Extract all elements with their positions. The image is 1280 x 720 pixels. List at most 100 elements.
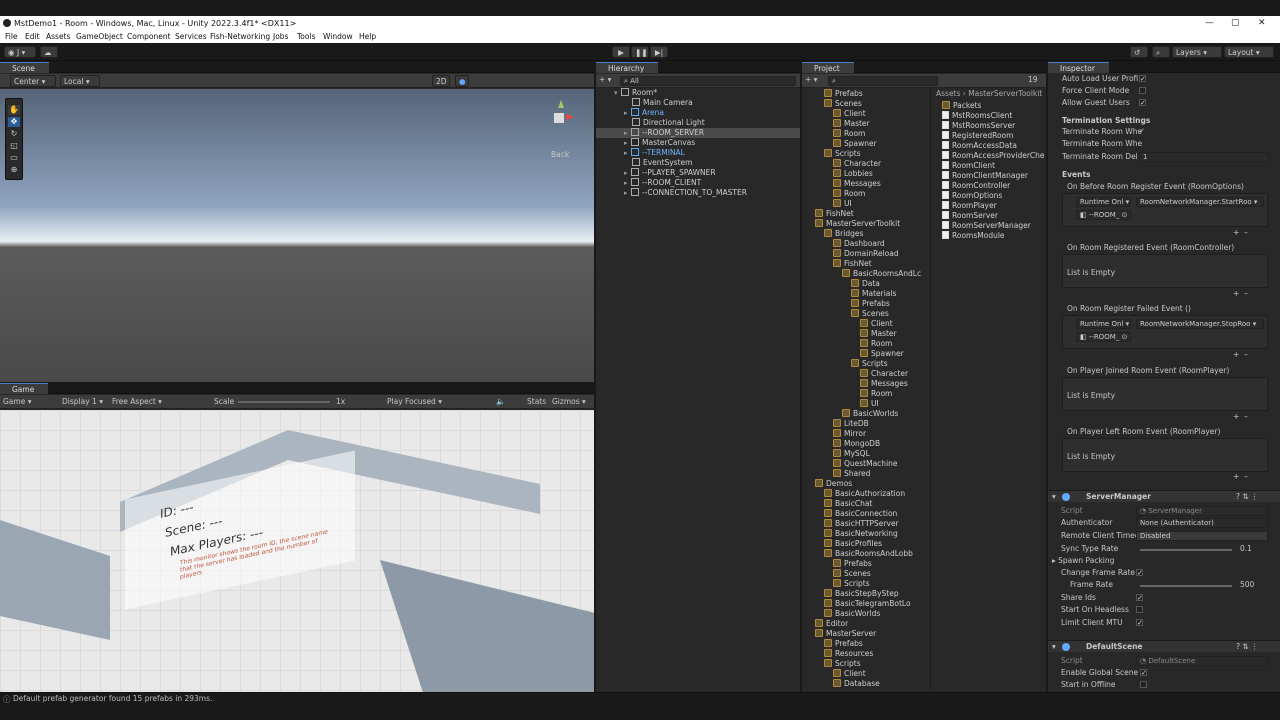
project-folder[interactable]: Messages: [860, 379, 908, 389]
menu-tools[interactable]: Tools: [297, 32, 315, 41]
target-object-field[interactable]: ◧ --ROOM_ ⊙: [1076, 210, 1131, 220]
project-folder[interactable]: Mirror: [833, 429, 866, 439]
menu-edit[interactable]: Edit: [25, 32, 40, 41]
component-menu-icon[interactable]: ? ⇅ ⋮: [1236, 492, 1259, 502]
project-folder[interactable]: BasicAuthorization: [824, 489, 905, 499]
project-folder[interactable]: Packets: [942, 101, 981, 111]
terminate-delay-input[interactable]: 1: [1139, 152, 1269, 162]
project-folder[interactable]: Lobbies: [833, 169, 873, 179]
project-script-file[interactable]: RoomServerManager: [942, 221, 1031, 231]
project-folder[interactable]: BasicChat: [824, 499, 872, 509]
frame-rate-slider[interactable]: [1140, 585, 1232, 587]
project-folder[interactable]: FishNet: [833, 259, 872, 269]
hierarchy-item[interactable]: ▸ --ROOM_CLIENT: [624, 178, 701, 188]
project-folder[interactable]: BasicWorlds: [824, 609, 880, 619]
method-dropdown[interactable]: RoomNetworkManager.StartRoo ▾: [1136, 197, 1264, 207]
frame-rate-value[interactable]: 500: [1240, 580, 1254, 590]
project-breadcrumb[interactable]: Assets › MasterServerToolkit: [936, 89, 1042, 99]
project-folder[interactable]: MasterServerToolkit: [815, 219, 900, 229]
hierarchy-item[interactable]: EventSystem: [632, 158, 692, 168]
project-folder[interactable]: Room: [833, 129, 865, 139]
mute-icon[interactable]: 🔈: [496, 397, 505, 407]
project-folder[interactable]: Data: [851, 279, 880, 289]
menu-help[interactable]: Help: [359, 32, 376, 41]
project-script-file[interactable]: RoomAccessData: [942, 141, 1017, 151]
component-menu-icon[interactable]: ? ⇅ ⋮: [1236, 642, 1259, 652]
authenticator-field[interactable]: None (Authenticator): [1136, 518, 1268, 528]
project-folder[interactable]: DomainReload: [833, 249, 899, 259]
start-headless-checkbox[interactable]: [1136, 606, 1143, 613]
add-listener-button[interactable]: + –: [1233, 412, 1248, 422]
project-folder[interactable]: BasicTelegramBotLo: [824, 599, 911, 609]
aspect-dropdown[interactable]: Free Aspect ▾: [112, 397, 162, 407]
project-script-file[interactable]: RoomAccessProviderChe: [942, 151, 1045, 161]
server-manager-header[interactable]: ▾ ServerManager ? ⇅ ⋮: [1048, 490, 1280, 502]
project-folder[interactable]: Spawner: [833, 139, 877, 149]
project-script-file[interactable]: RoomServer: [942, 211, 998, 221]
project-folder[interactable]: Materials: [851, 289, 896, 299]
history-icon[interactable]: ↺: [1130, 46, 1148, 58]
hierarchy-item[interactable]: ▸ --PLAYER_SPAWNER: [624, 168, 716, 178]
maximize-icon[interactable]: ▢: [1231, 18, 1240, 28]
scale-tool-icon[interactable]: ◱: [8, 141, 20, 151]
project-folder[interactable]: Dashboard: [833, 239, 885, 249]
project-folder[interactable]: BasicWorlds: [842, 409, 898, 419]
project-script-file[interactable]: MstRoomsServer: [942, 121, 1015, 131]
display-dropdown[interactable]: Display 1 ▾: [62, 397, 103, 407]
layers-dropdown[interactable]: Layers ▾: [1172, 46, 1222, 58]
hierarchy-item[interactable]: ▸ --TERMINAL: [624, 148, 685, 158]
play-button[interactable]: ▶: [612, 46, 630, 58]
pivot-dropdown[interactable]: Center ▾: [10, 75, 56, 87]
project-script-file[interactable]: RoomPlayer: [942, 201, 997, 211]
hand-tool-icon[interactable]: ✋: [8, 105, 20, 115]
hierarchy-root-scene[interactable]: ▾ Room*: [614, 88, 657, 98]
project-folder[interactable]: Prefabs: [824, 89, 863, 99]
toggle-2d-button[interactable]: 2D: [432, 75, 450, 87]
spawn-packing-foldout[interactable]: ▸ Spawn Packing: [1052, 556, 1114, 566]
tab-game[interactable]: Game: [0, 383, 49, 394]
search-icon[interactable]: ⌕: [1152, 46, 1170, 58]
project-folder[interactable]: Room: [860, 339, 892, 349]
hierarchy-item[interactable]: ▸ --CONNECTION_TO_MASTER: [624, 188, 747, 198]
allow-guest-checkbox[interactable]: ✓: [1139, 99, 1146, 107]
project-folder[interactable]: MasterServer: [815, 629, 876, 639]
project-folder[interactable]: Database: [833, 679, 880, 689]
project-folder[interactable]: Demos: [815, 479, 852, 489]
project-folder[interactable]: QuestMachine: [833, 459, 898, 469]
project-search-input[interactable]: ⌕: [828, 76, 938, 86]
project-folder[interactable]: Scenes: [824, 99, 862, 109]
scale-slider[interactable]: [238, 401, 330, 403]
project-folder[interactable]: MySQL: [833, 449, 870, 459]
hierarchy-item-selected[interactable]: ▸ --ROOM_SERVER: [596, 128, 800, 138]
project-folder[interactable]: Master: [833, 119, 870, 129]
project-folder[interactable]: Spawner: [860, 349, 904, 359]
force-client-checkbox[interactable]: [1139, 87, 1146, 94]
add-listener-button[interactable]: + –: [1233, 228, 1248, 238]
gizmos-dropdown[interactable]: Gizmos ▾: [552, 397, 586, 407]
project-folder[interactable]: Client: [833, 109, 866, 119]
transform-tool-icon[interactable]: ⊕: [8, 165, 20, 175]
remote-timeout-dropdown[interactable]: Disabled: [1136, 531, 1268, 541]
menu-component[interactable]: Component: [127, 32, 171, 41]
sync-rate-slider[interactable]: [1140, 549, 1232, 551]
project-folder[interactable]: BasicRoomsAndLobb: [824, 549, 913, 559]
scene-gizmo[interactable]: [546, 100, 576, 140]
project-folder[interactable]: Character: [860, 369, 908, 379]
move-tool-icon[interactable]: ✥: [8, 117, 20, 127]
menu-jobs[interactable]: Jobs: [273, 32, 288, 41]
project-folder[interactable]: Resources: [824, 649, 873, 659]
default-scene-header[interactable]: ▾ DefaultScene ? ⇅ ⋮: [1048, 640, 1280, 652]
add-listener-button[interactable]: + –: [1233, 350, 1248, 360]
tab-scene[interactable]: Scene: [0, 62, 49, 73]
step-button[interactable]: ▶|: [650, 46, 668, 58]
project-folder[interactable]: Messages: [833, 179, 881, 189]
project-folder[interactable]: BasicNetworking: [824, 529, 898, 539]
project-folder[interactable]: BasicRoomsAndLc: [842, 269, 921, 279]
tab-project[interactable]: Project: [802, 62, 854, 73]
project-folder[interactable]: FishNet: [815, 209, 854, 219]
hierarchy-item[interactable]: Directional Light: [632, 118, 705, 128]
lighting-icon[interactable]: ●: [455, 75, 469, 87]
rect-tool-icon[interactable]: ▭: [8, 153, 20, 163]
project-script-file[interactable]: RoomClientManager: [942, 171, 1028, 181]
create-dropdown[interactable]: + ▾: [599, 75, 611, 85]
